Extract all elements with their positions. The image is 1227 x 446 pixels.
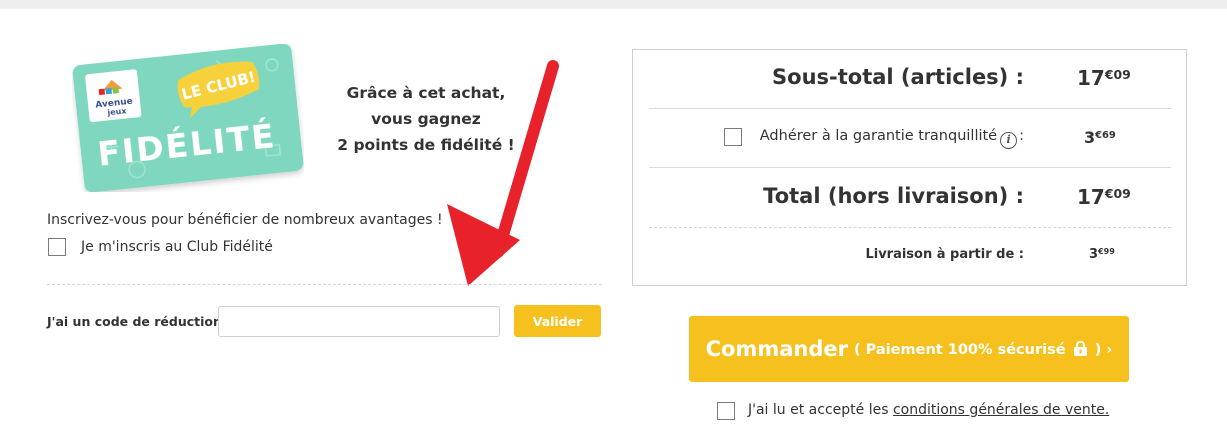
promo-code-input[interactable] [218, 306, 500, 337]
promo-code-label: J'ai un code de réduction : [47, 314, 232, 329]
secure-payment-close: ) › [1094, 341, 1113, 358]
lock-icon [1073, 340, 1087, 356]
summary-divider [649, 227, 1171, 228]
subtotal-value: 17€09 [1077, 66, 1131, 90]
subtotal-int: 17 [1077, 66, 1105, 90]
summary-divider [649, 108, 1171, 109]
section-divider [47, 284, 602, 285]
shipping-value: 3€99 [1089, 247, 1115, 262]
warranty-colon: : [1019, 128, 1024, 144]
warranty-price: 3€69 [1084, 128, 1116, 147]
secure-payment-text: ( Paiement 100% sécurisé [854, 341, 1066, 358]
cgv-checkbox[interactable] [717, 402, 735, 420]
summary-divider [649, 167, 1171, 168]
warranty-label[interactable]: Adhérer à la garantie tranquillité [760, 128, 997, 144]
subtotal-dec: €09 [1104, 66, 1131, 82]
shipping-int: 3 [1089, 247, 1099, 263]
order-button[interactable]: Commander ( Paiement 100% sécurisé ) › [689, 316, 1129, 382]
shipping-dec: €99 [1098, 247, 1115, 256]
order-summary: Sous-total (articles) : 17€09 Adhérer à … [632, 49, 1187, 286]
total-label: Total (hors livraison) : [763, 184, 1024, 208]
order-button-secure: ( Paiement 100% sécurisé ) › [854, 340, 1113, 358]
cgv-link[interactable]: conditions générales de vente. [893, 402, 1109, 418]
shipping-label: Livraison à partir de : [865, 247, 1024, 262]
loyalty-invite-text: Inscrivez-vous pour bénéficier de nombre… [47, 212, 443, 228]
loyalty-signup-checkbox[interactable] [48, 238, 66, 256]
cgv-prefix: J'ai lu et accepté les [748, 402, 889, 418]
warranty-checkbox[interactable] [724, 128, 742, 146]
warranty-int: 3 [1084, 128, 1096, 147]
subtotal-label: Sous-total (articles) : [772, 65, 1024, 89]
warranty-dec: €69 [1095, 130, 1116, 142]
info-icon[interactable]: i [1000, 132, 1018, 149]
total-value: 17€09 [1077, 185, 1131, 209]
cgv-label: J'ai lu et accepté les conditions généra… [748, 402, 1109, 418]
order-button-label: Commander [705, 337, 848, 361]
total-dec: €09 [1104, 185, 1131, 201]
total-int: 17 [1077, 185, 1105, 209]
warranty-row: Adhérer à la garantie tranquillité i: [760, 128, 1024, 149]
loyalty-signup-label[interactable]: Je m'inscris au Club Fidélité [81, 239, 273, 255]
promo-validate-button[interactable]: Valider [514, 305, 601, 337]
